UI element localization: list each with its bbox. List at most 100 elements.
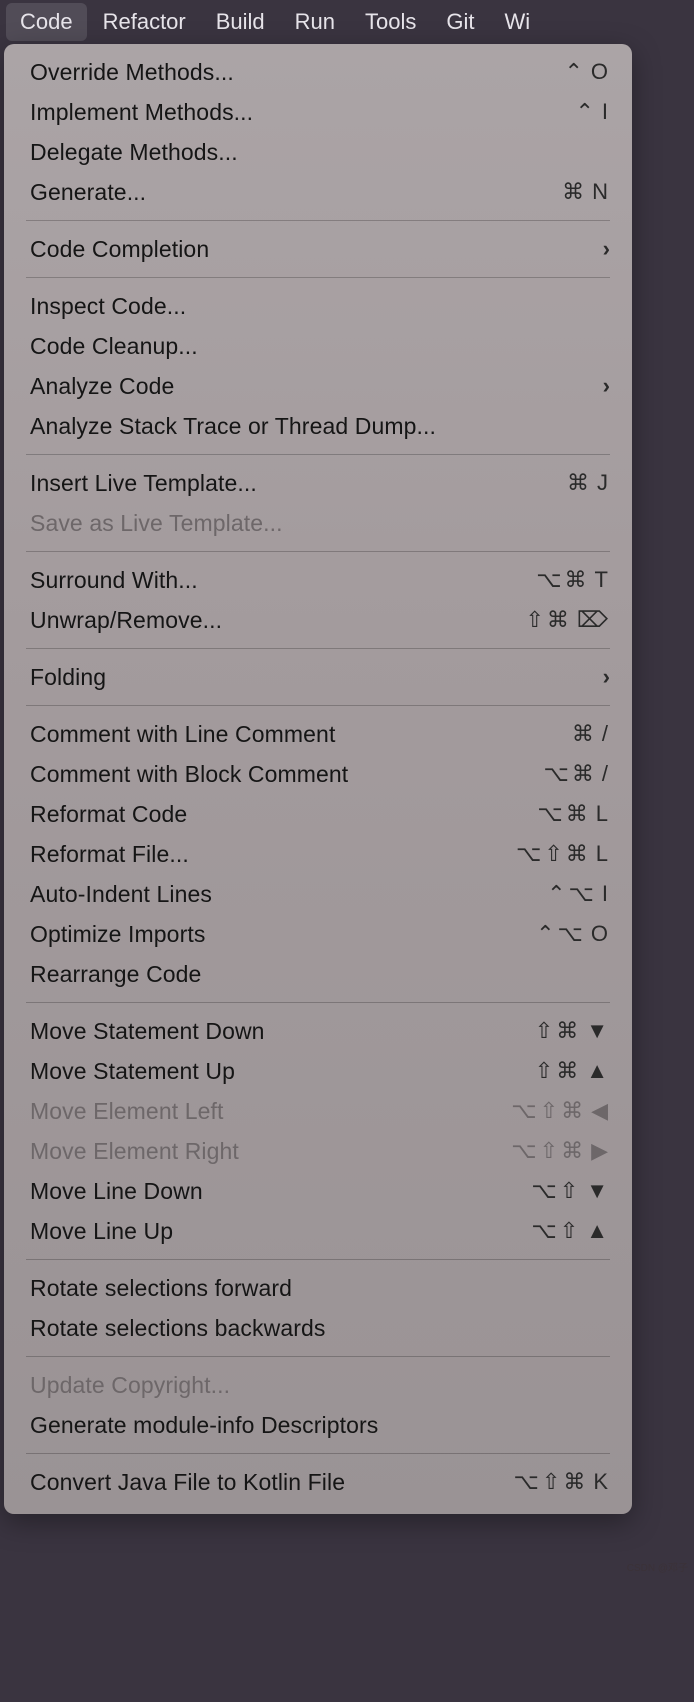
menu-item-label: Move Element Right xyxy=(30,1138,239,1165)
menu-item-code-completion[interactable]: Code Completion › xyxy=(4,229,632,269)
menu-item-label: Move Element Left xyxy=(30,1098,223,1125)
menu-separator xyxy=(26,1356,610,1357)
menu-item-insert-live-template[interactable]: Insert Live Template... ⌘J xyxy=(4,463,632,503)
menu-item-comment-line[interactable]: Comment with Line Comment⌘/ xyxy=(4,714,632,754)
menu-item-label: Auto-Indent Lines xyxy=(30,881,212,908)
menu-item-label: Implement Methods... xyxy=(30,99,253,126)
menu-item-delegate-methods[interactable]: Delegate Methods... xyxy=(4,132,632,172)
menu-item-label: Move Statement Down xyxy=(30,1018,265,1045)
menu-item-label: Analyze Stack Trace or Thread Dump... xyxy=(30,413,436,440)
menu-item-label: Move Line Down xyxy=(30,1178,203,1205)
menubar-item-run[interactable]: Run xyxy=(281,3,349,41)
menubar-item-refactor[interactable]: Refactor xyxy=(89,3,200,41)
menu-item-folding[interactable]: Folding › xyxy=(4,657,632,697)
menu-item-shortcut: ⌥⇧▲ xyxy=(531,1218,610,1244)
menu-item-shortcut: ⌥⇧⌘◀ xyxy=(511,1098,610,1124)
menu-item-move-elem-left: Move Element Left ⌥⇧⌘◀ xyxy=(4,1091,632,1131)
chevron-right-icon: › xyxy=(603,236,610,262)
menu-separator xyxy=(26,1453,610,1454)
menu-item-label: Override Methods... xyxy=(30,59,234,86)
menu-item-inspect-code[interactable]: Inspect Code... xyxy=(4,286,632,326)
menu-item-label: Analyze Code xyxy=(30,373,174,400)
menu-item-comment-block[interactable]: Comment with Block Comment ⌥⌘/ xyxy=(4,754,632,794)
menu-item-reformat-code[interactable]: Reformat Code⌥⌘L xyxy=(4,794,632,834)
menu-item-label: Folding xyxy=(30,664,106,691)
menu-item-label: Generate... xyxy=(30,179,146,206)
menu-item-label: Update Copyright... xyxy=(30,1372,230,1399)
menu-item-label: Rotate selections forward xyxy=(30,1275,292,1302)
chevron-right-icon: › xyxy=(603,373,610,399)
menu-item-analyze-stack[interactable]: Analyze Stack Trace or Thread Dump... xyxy=(4,406,632,446)
menu-item-update-copyright: Update Copyright... xyxy=(4,1365,632,1405)
menu-item-surround-with[interactable]: Surround With...⌥⌘T xyxy=(4,560,632,600)
menu-item-shortcut: ⌃O xyxy=(564,59,610,85)
menu-item-shortcut: ⌃I xyxy=(575,99,610,125)
menu-item-optimize-imports[interactable]: Optimize Imports ⌃⌥O xyxy=(4,914,632,954)
menu-item-auto-indent[interactable]: Auto-Indent Lines ⌃⌥I xyxy=(4,874,632,914)
menu-item-label: Reformat Code xyxy=(30,801,187,828)
menu-item-shortcut: ⌥⇧⌘K xyxy=(514,1469,610,1495)
menu-item-generate[interactable]: Generate... ⌘N xyxy=(4,172,632,212)
menu-item-shortcut: ⌃⌥O xyxy=(536,921,610,947)
chevron-right-icon: › xyxy=(603,664,610,690)
menu-item-shortcut: ⌥⇧▼ xyxy=(531,1178,610,1204)
menu-item-shortcut: ⌥⇧⌘▶ xyxy=(511,1138,610,1164)
menubar: CodeRefactorBuildRunToolsGitWi xyxy=(0,0,694,44)
menu-item-label: Move Statement Up xyxy=(30,1058,235,1085)
menu-item-code-cleanup[interactable]: Code Cleanup... xyxy=(4,326,632,366)
watermark: CSDN @邓子 xyxy=(627,1559,688,1574)
menu-item-label: Move Line Up xyxy=(30,1218,173,1245)
menu-item-rotate-back[interactable]: Rotate selections backwards xyxy=(4,1308,632,1348)
menu-item-shortcut: ⌥⇧⌘L xyxy=(516,841,610,867)
menu-item-rotate-fwd[interactable]: Rotate selections forward xyxy=(4,1268,632,1308)
menu-item-shortcut: ⇧⌘⌦ xyxy=(525,607,610,633)
menu-item-label: Insert Live Template... xyxy=(30,470,257,497)
menu-item-label: Save as Live Template... xyxy=(30,510,283,537)
menu-item-shortcut: ⌘N xyxy=(562,179,610,205)
menu-item-shortcut: ⇧⌘▲ xyxy=(535,1058,610,1084)
menu-separator xyxy=(26,277,610,278)
menu-item-move-elem-right: Move Element Right ⌥⇧⌘▶ xyxy=(4,1131,632,1171)
menu-item-label: Unwrap/Remove... xyxy=(30,607,222,634)
menu-item-shortcut: ⌃⌥I xyxy=(547,881,610,907)
menubar-item-build[interactable]: Build xyxy=(202,3,279,41)
menu-item-shortcut: ⌥⌘T xyxy=(536,567,610,593)
menubar-item-tools[interactable]: Tools xyxy=(351,3,430,41)
menu-item-gen-module-info[interactable]: Generate module-info Descriptors xyxy=(4,1405,632,1445)
menu-separator xyxy=(26,648,610,649)
menu-item-label: Comment with Block Comment xyxy=(30,761,348,788)
menu-item-save-as-live-template: Save as Live Template... xyxy=(4,503,632,543)
menu-item-label: Rearrange Code xyxy=(30,961,201,988)
menu-item-label: Inspect Code... xyxy=(30,293,186,320)
menu-item-label: Generate module-info Descriptors xyxy=(30,1412,378,1439)
menu-item-override-methods[interactable]: Override Methods... ⌃O xyxy=(4,52,632,92)
menu-item-move-line-up[interactable]: Move Line Up ⌥⇧▲ xyxy=(4,1211,632,1251)
menu-item-label: Rotate selections backwards xyxy=(30,1315,325,1342)
code-menu-dropdown: Override Methods... ⌃O Implement Methods..… xyxy=(4,44,632,1514)
menu-item-move-stmt-up[interactable]: Move Statement Up ⇧⌘▲ xyxy=(4,1051,632,1091)
menu-item-move-line-down[interactable]: Move Line Down ⌥⇧▼ xyxy=(4,1171,632,1211)
menu-item-implement-methods[interactable]: Implement Methods... ⌃I xyxy=(4,92,632,132)
menu-item-label: Convert Java File to Kotlin File xyxy=(30,1469,345,1496)
menu-separator xyxy=(26,1002,610,1003)
menu-item-label: Code Cleanup... xyxy=(30,333,198,360)
menu-separator xyxy=(26,705,610,706)
menu-item-unwrap-remove[interactable]: Unwrap/Remove... ⇧⌘⌦ xyxy=(4,600,632,640)
menu-item-shortcut: ⇧⌘▼ xyxy=(535,1018,610,1044)
menu-item-shortcut: ⌥⌘/ xyxy=(544,761,610,787)
menu-separator xyxy=(26,1259,610,1260)
menubar-item-wi[interactable]: Wi xyxy=(491,3,545,41)
menu-item-reformat-file[interactable]: Reformat File... ⌥⇧⌘L xyxy=(4,834,632,874)
menu-item-rearrange-code[interactable]: Rearrange Code xyxy=(4,954,632,994)
menu-item-move-stmt-down[interactable]: Move Statement Down ⇧⌘▼ xyxy=(4,1011,632,1051)
menu-item-analyze-code[interactable]: Analyze Code › xyxy=(4,366,632,406)
menu-item-java-to-kotlin[interactable]: Convert Java File to Kotlin File ⌥⇧⌘K xyxy=(4,1462,632,1502)
menu-item-label: Optimize Imports xyxy=(30,921,205,948)
menu-item-label: Code Completion xyxy=(30,236,209,263)
menubar-item-code[interactable]: Code xyxy=(6,3,87,41)
menu-item-label: Reformat File... xyxy=(30,841,189,868)
menu-separator xyxy=(26,454,610,455)
menubar-item-git[interactable]: Git xyxy=(432,3,488,41)
menu-item-shortcut: ⌘J xyxy=(567,470,610,496)
menu-item-shortcut: ⌘/ xyxy=(572,721,610,747)
